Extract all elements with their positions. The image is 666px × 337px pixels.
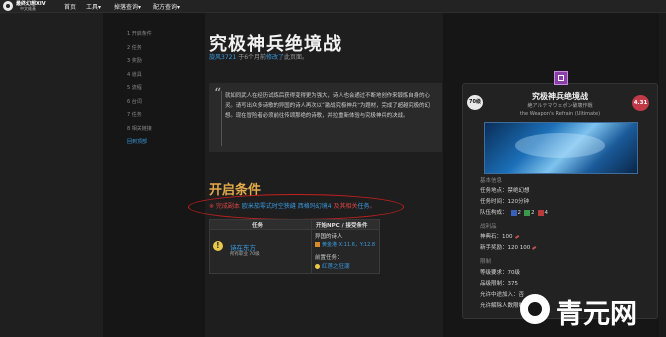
logo-emblem-icon (3, 1, 13, 11)
watermark: 青元网 (520, 290, 666, 330)
npc-name: 异国的诗人 (315, 234, 343, 240)
col-npc: 开始NPC / 接受条件 (316, 223, 368, 229)
duty-title: 究极神兵绝境战 (532, 92, 588, 101)
meta-end: 此页面。 (284, 54, 309, 61)
page-meta: 旋风3721 于6个月前修改了此页面。 (209, 52, 308, 61)
toc-item[interactable]: 8 相关链接 (127, 125, 197, 139)
edit-pencil-icon[interactable] (514, 234, 519, 239)
location-label: 任务地点： (480, 188, 508, 194)
infobox-section-basic: 基本信息 (480, 178, 503, 184)
ilvl-value: 375 (507, 281, 519, 287)
quest-requirement: 所有职业 70级 (230, 252, 260, 257)
toc-item[interactable]: 2 任务 (127, 44, 197, 58)
toc-item[interactable]: 3 奖励 (127, 57, 197, 71)
party-heal-count: 2 (531, 210, 535, 216)
duty-banner-image (484, 122, 638, 174)
quest-marker-icon (213, 241, 223, 251)
lvl-label: 等级要求： (480, 270, 508, 276)
party-tank-count: 2 (517, 210, 522, 216)
map-pin-icon (315, 242, 320, 247)
meta-time: 于6个月前 (236, 54, 267, 61)
npc-location[interactable]: 黄金港 X:11.6，Y:12.8 (315, 241, 375, 248)
tank-icon (510, 209, 517, 216)
infobox-party: 队伍构成： 2 2 4 (480, 208, 548, 216)
watermark-text: 青元网 (556, 299, 637, 330)
table-header: 任务 开始NPC / 接受条件 (210, 220, 379, 230)
tomestone-label: 神典石： (480, 234, 503, 240)
quote-text: 就如同武人在经历试炼后获得变得更为强大，诗人也会通过不断地创作来锻炼自身的心灵。… (225, 93, 430, 119)
infobox-section-limit: 限制 (480, 259, 492, 265)
nav-home[interactable]: 首页 (64, 2, 76, 11)
party-dps-count: 4 (544, 210, 549, 216)
main-content-panel (205, 13, 443, 337)
infobox-join: 允许中途加入：否 (480, 290, 524, 298)
location-value: 禁绝幻想 (507, 188, 530, 194)
infobox-location: 任务地点：禁绝幻想 (480, 186, 530, 194)
infobox-tomestone: 神典石：100 (480, 232, 519, 240)
meta-user-link[interactable]: 旋风3721 (209, 54, 236, 61)
edit-pencil-icon[interactable] (532, 245, 537, 250)
table-divider (311, 220, 312, 273)
duty-jp-title: 絶アルテマウェポン破壊作戦 (527, 103, 593, 109)
party-label: 队伍构成： (480, 210, 508, 216)
npc-location-text: 黄金港 X:11.6，Y:12.8 (322, 242, 376, 248)
newbie-value: 120 100 (507, 245, 531, 251)
prev-quest-text: 红莲之狂潮 (322, 264, 350, 270)
nav-tools[interactable]: 工具▾ (86, 2, 101, 11)
quest-description-quote: “ 就如同武人在经历试炼后获得变得更为强大，诗人也会通过不断地创作来锻炼自身的心… (209, 83, 442, 152)
meta-diff-link[interactable]: 修改了 (266, 54, 284, 61)
ilvl-label: 品级限制： (480, 281, 508, 287)
quest-table: 任务 开始NPC / 接受条件 诗在东方 所有职业 70级 异国的诗人 黄金港 … (209, 219, 380, 274)
quote-bar (221, 91, 222, 146)
duty-en-title: the Weapon's Refrain (Ultimate) (519, 111, 601, 117)
infobox-level: 等级要求：70级 (480, 268, 520, 276)
lvl-value: 70级 (507, 270, 521, 276)
join-label: 允许中途加入： (480, 292, 519, 298)
quest-icon (315, 264, 320, 269)
toc-item[interactable]: 5 流程 (127, 84, 197, 98)
watermark-logo-icon (520, 294, 550, 324)
time-label: 任务时间： (480, 199, 508, 205)
nav-drops[interactable]: 掉落查询▾ (114, 2, 141, 11)
toc-item[interactable]: 6 台词 (127, 98, 197, 112)
toc-back-to-top[interactable]: 回到顶部 (127, 138, 197, 152)
healer-icon (524, 209, 531, 216)
tomestone-value: 100 (502, 234, 513, 240)
logo-subtitle: 中文维基 (20, 6, 36, 11)
infobox-time: 任务时间：120分钟 (480, 197, 529, 205)
toc-item[interactable]: 4 道具 (127, 71, 197, 85)
toc-item[interactable]: 1 开启条件 (127, 30, 197, 44)
nav-recipes[interactable]: 配方查询▾ (153, 2, 180, 11)
table-of-contents: 1 开启条件 2 任务 3 奖励 4 道具 5 流程 6 台词 7 任务 8 相… (127, 30, 197, 152)
time-value: 120分钟 (507, 199, 530, 205)
scrollbar[interactable] (659, 13, 666, 337)
left-sidebar (0, 13, 103, 337)
red-highlight-ellipse (188, 194, 404, 220)
duty-type-icon (554, 71, 568, 85)
top-navbar: 最终幻想XIV 中文维基 首页 工具▾ 掉落查询▾ 配方查询▾ (0, 0, 666, 13)
prev-quest-label: 前置任务： (315, 255, 343, 261)
infobox-ilvl: 品级限制：375 (480, 279, 518, 287)
site-logo[interactable]: 最终幻想XIV 中文维基 (3, 0, 51, 12)
newbie-label: 新手奖励： (480, 245, 508, 251)
prev-quest-link[interactable]: 红莲之狂潮 (315, 262, 350, 270)
dps-icon (537, 209, 544, 216)
infobox-newbie: 新手奖励：120 100 (480, 243, 537, 251)
col-quest: 任务 (252, 223, 264, 229)
infobox-section-reward: 战利品 (480, 224, 497, 230)
toc-item[interactable]: 7 任务 (127, 111, 197, 125)
